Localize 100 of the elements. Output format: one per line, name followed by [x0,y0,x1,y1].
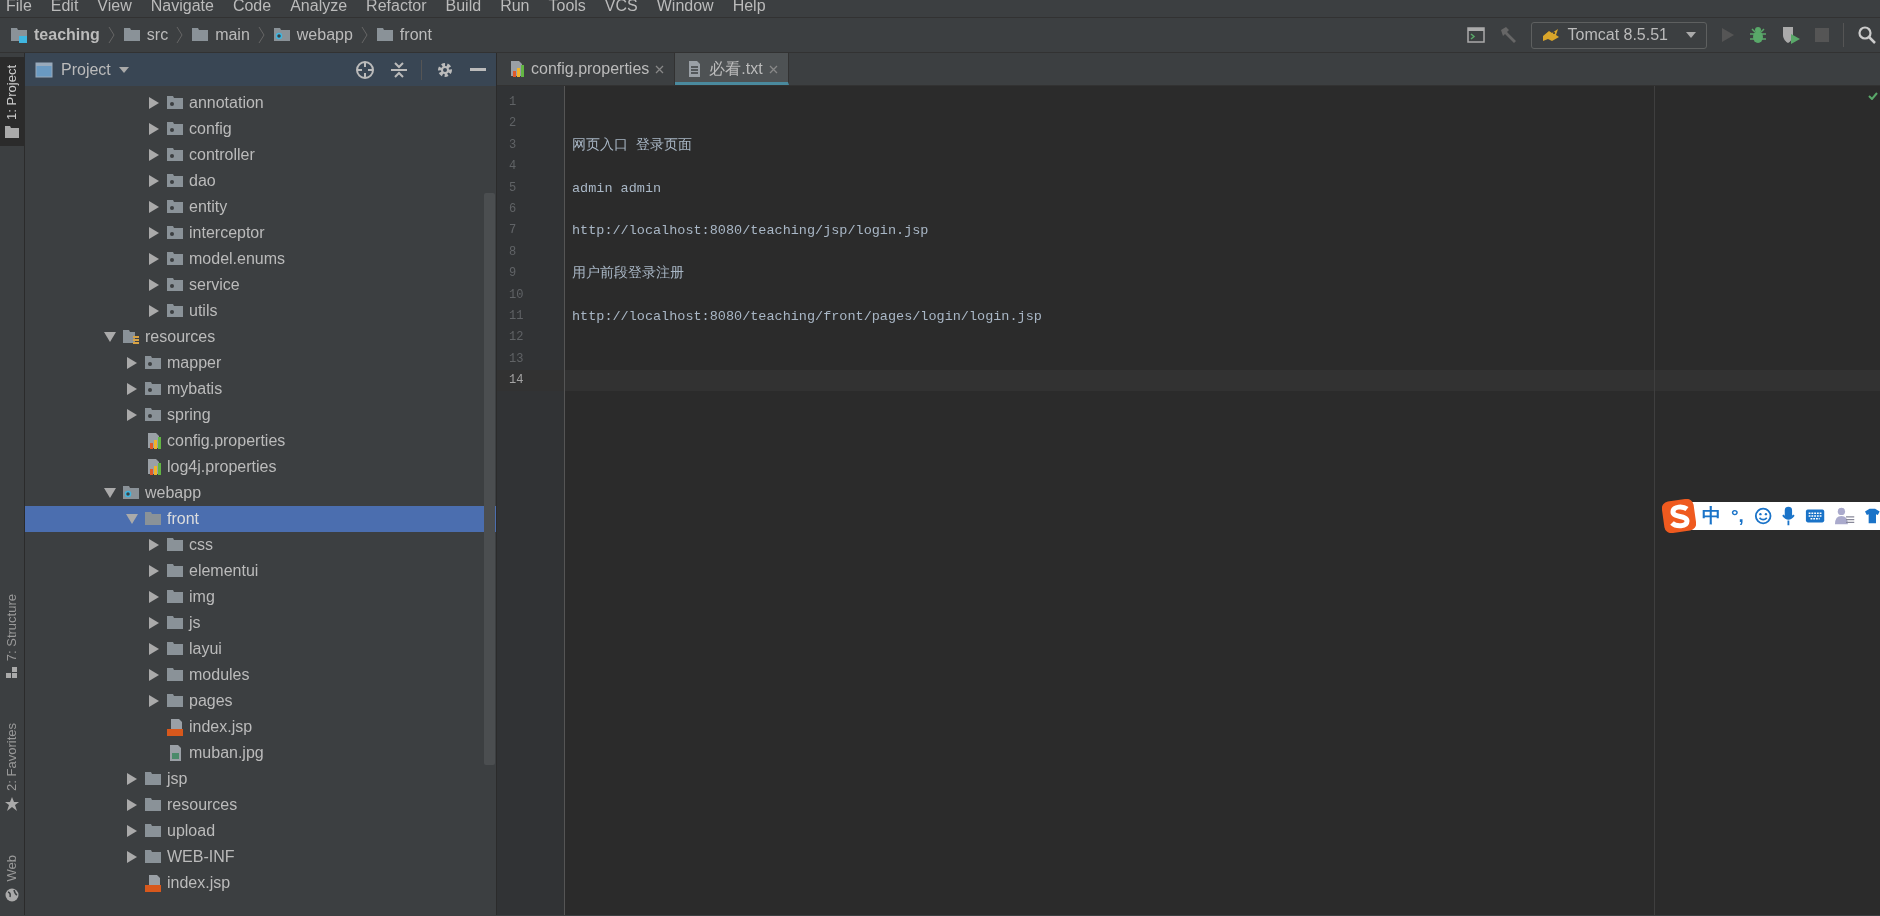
tree-item[interactable]: service [25,272,496,298]
tree-item[interactable]: elementui [25,558,496,584]
collapsed-arrow-icon[interactable] [149,201,159,213]
collapsed-arrow-icon[interactable] [149,565,159,577]
collapsed-arrow-icon[interactable] [149,695,159,707]
emoji-icon[interactable] [1753,506,1773,526]
menu-item[interactable]: Code [232,0,272,17]
user-card-icon[interactable] [1835,506,1856,526]
collapsed-arrow-icon[interactable] [127,409,137,421]
menu-item[interactable]: Tools [548,0,586,17]
tree-item[interactable]: webapp [25,480,496,506]
minimize-icon[interactable] [470,67,486,72]
editor-tab[interactable]: 必看.txt [675,53,789,85]
menu-item[interactable]: Build [445,0,482,17]
collapsed-arrow-icon[interactable] [149,175,159,187]
bug-icon[interactable] [1749,26,1767,44]
collapsed-arrow-icon[interactable] [127,851,137,863]
menu-item[interactable]: Analyze [290,0,348,17]
dropdown-caret-icon[interactable] [118,66,129,73]
collapsed-arrow-icon[interactable] [149,305,159,317]
locate-icon[interactable] [355,59,375,80]
tree-item[interactable]: entity [25,194,496,220]
tree-item[interactable]: model.enums [25,246,496,272]
collapsed-arrow-icon[interactable] [149,149,159,161]
tree-item[interactable]: spring [25,402,496,428]
collapsed-arrow-icon[interactable] [149,591,159,603]
tree-item[interactable]: interceptor [25,220,496,246]
breadcrumb-item[interactable]: teaching [34,23,100,47]
menu-item[interactable]: Window [656,0,714,17]
menu-item[interactable]: Help [732,0,766,17]
tree-item[interactable]: config [25,116,496,142]
breadcrumb-item[interactable]: main [215,23,250,47]
collapsed-arrow-icon[interactable] [127,773,137,785]
run-configuration-dropdown[interactable]: Tomcat 8.5.51 [1530,21,1707,49]
breadcrumb-item[interactable]: src [146,23,169,47]
dropdown-caret-icon[interactable] [1686,32,1696,38]
collapsed-arrow-icon[interactable] [127,383,137,395]
tree-item[interactable]: front [25,506,496,532]
breadcrumb-item[interactable]: front [399,23,432,47]
collapsed-arrow-icon[interactable] [127,825,137,837]
microphone-icon[interactable] [1782,505,1796,527]
tree-item[interactable]: layui [25,636,496,662]
collapsed-arrow-icon[interactable] [127,357,137,369]
tree-item[interactable]: resources [25,324,496,350]
tree-item[interactable]: config.properties [25,428,496,454]
tree-item[interactable]: index.jsp [25,870,496,896]
collapse-all-icon[interactable] [391,60,407,79]
close-icon[interactable] [655,64,665,74]
menu-item[interactable]: Edit [50,0,79,17]
expanded-arrow-icon[interactable] [104,332,116,342]
tool-window-tab[interactable]: Web [0,847,24,910]
tree-item[interactable]: mybatis [25,376,496,402]
menu-item[interactable]: Run [500,0,530,17]
tree-item[interactable]: utils [25,298,496,324]
tree-item[interactable]: muban.jpg [25,740,496,766]
tree-item[interactable]: upload [25,818,496,844]
search-icon[interactable] [1858,26,1876,44]
tool-window-tab[interactable]: 2: Favorites [0,715,24,820]
menu-item[interactable]: View [97,0,132,17]
sogou-logo-icon[interactable] [1662,499,1696,533]
settings-icon[interactable] [436,60,454,79]
coverage-icon[interactable] [1781,26,1801,44]
collapsed-arrow-icon[interactable] [149,539,159,551]
tree-item[interactable]: resources [25,792,496,818]
tree-item[interactable]: css [25,532,496,558]
menu-item[interactable]: VCS [604,0,638,17]
collapsed-arrow-icon[interactable] [149,617,159,629]
collapsed-arrow-icon[interactable] [149,279,159,291]
collapsed-arrow-icon[interactable] [149,123,159,135]
tree-item[interactable]: annotation [25,90,496,116]
collapsed-arrow-icon[interactable] [149,669,159,681]
panel-title[interactable]: Project [61,57,111,82]
tree-item[interactable]: controller [25,142,496,168]
collapsed-arrow-icon[interactable] [149,643,159,655]
tree-item[interactable]: jsp [25,766,496,792]
tree-item[interactable]: pages [25,688,496,714]
tree-item[interactable]: WEB-INF [25,844,496,870]
menu-item[interactable]: File [6,0,32,17]
tree-item[interactable]: mapper [25,350,496,376]
tree-item[interactable]: log4j.properties [25,454,496,480]
collapsed-arrow-icon[interactable] [149,253,159,265]
breadcrumb-item[interactable]: webapp [296,23,353,47]
punctuation-toggle[interactable]: °, [1731,502,1744,530]
tree-item[interactable]: js [25,610,496,636]
input-mode-toggle[interactable]: 中 [1702,502,1721,530]
menu-item[interactable]: Refactor [366,0,427,17]
collapsed-arrow-icon[interactable] [127,799,137,811]
expanded-arrow-icon[interactable] [104,488,116,498]
keyboard-icon[interactable] [1805,508,1826,524]
terminal-icon[interactable] [1466,27,1485,43]
collapsed-arrow-icon[interactable] [149,227,159,239]
tool-window-tab[interactable]: 1: Project [0,57,24,146]
scrollbar[interactable] [484,193,495,765]
tool-window-tab[interactable]: 7: Structure [0,585,24,688]
tree-item[interactable]: index.jsp [25,714,496,740]
tree-item[interactable]: dao [25,168,496,194]
tree-item[interactable]: modules [25,662,496,688]
tree-item[interactable]: img [25,584,496,610]
menu-item[interactable]: Navigate [150,0,214,17]
shirt-icon[interactable] [1865,507,1880,525]
